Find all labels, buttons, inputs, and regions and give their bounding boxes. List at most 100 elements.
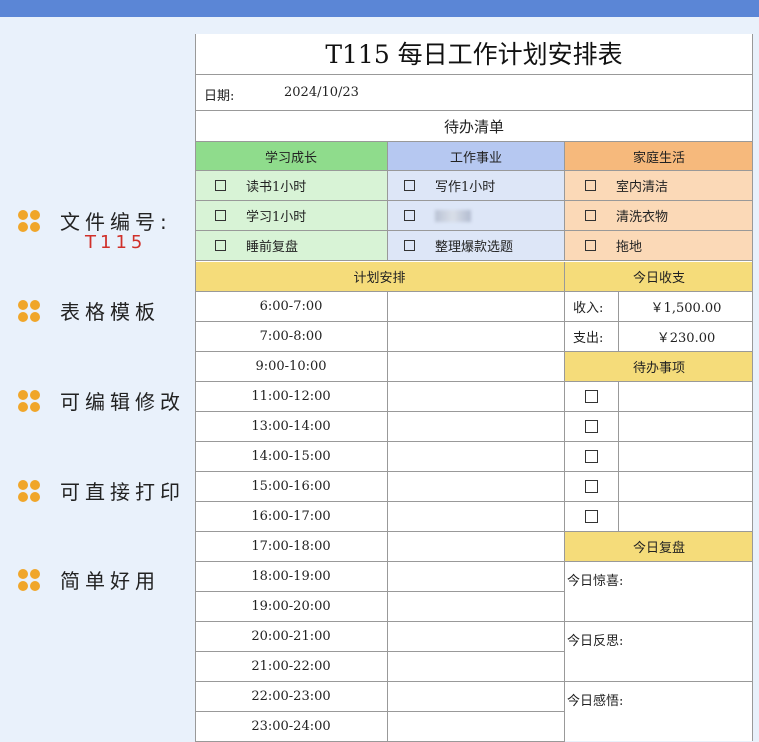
todo-item-row — [565, 502, 753, 532]
todo-item-text-cell[interactable] — [619, 442, 753, 471]
plan-finance-header-row: 计划安排 今日收支 — [195, 262, 753, 292]
checkbox[interactable] — [404, 180, 415, 191]
todo-item-label: 写作1小时 — [435, 180, 496, 195]
todo-item: 拖地 — [565, 231, 753, 260]
blurred-todo-label — [435, 209, 471, 222]
checkbox[interactable] — [404, 210, 415, 221]
clover-bullet-icon — [18, 299, 40, 322]
todo-item-text-cell[interactable] — [619, 472, 753, 501]
checkbox[interactable] — [215, 240, 226, 251]
feature-label: 简单好用 — [60, 569, 160, 593]
time-slot-label: 14:00-15:00 — [195, 442, 388, 471]
checkbox[interactable] — [585, 450, 598, 463]
todo-item-text-cell[interactable] — [619, 502, 753, 531]
review-insight-label: 今日感悟: — [567, 694, 624, 709]
time-slot-plan-cell[interactable] — [388, 442, 565, 471]
checkbox[interactable] — [585, 390, 598, 403]
review-reflection-cell[interactable]: 今日反思: — [565, 622, 753, 681]
todo-row: 学习1小时 清洗衣物 — [195, 201, 753, 231]
date-label: 日期: — [204, 89, 235, 104]
time-slot-plan-cell[interactable] — [388, 382, 565, 411]
time-slot-plan-cell[interactable] — [388, 502, 565, 531]
todo-item: 写作1小时 — [388, 171, 565, 200]
time-slot-row: 23:00-24:00 — [195, 712, 565, 742]
time-slot-plan-cell[interactable] — [388, 472, 565, 501]
checkbox[interactable] — [404, 240, 415, 251]
time-slot-plan-cell[interactable] — [388, 322, 565, 351]
checkbox[interactable] — [585, 480, 598, 493]
time-slot-row: 22:00-23:00 — [195, 682, 565, 712]
time-slot-plan-cell[interactable] — [388, 562, 565, 591]
todo-item: 睡前复盘 — [195, 231, 388, 260]
review-surprise-label: 今日惊喜: — [567, 574, 624, 589]
checkbox[interactable] — [215, 180, 226, 191]
feature-file-number: 文件编号: — [18, 206, 172, 235]
todo-item-label: 拖地 — [616, 240, 643, 255]
time-slot-plan-cell[interactable] — [388, 622, 565, 651]
time-slot-row: 7:00-8:00 — [195, 322, 565, 352]
time-slot-row: 20:00-21:00 — [195, 622, 565, 652]
time-slot-row: 13:00-14:00 — [195, 412, 565, 442]
feature-label: 表格模板 — [60, 300, 160, 324]
income-value[interactable]: ￥1,500.00 — [619, 292, 753, 321]
todo-section-title: 待办清单 — [443, 117, 504, 136]
time-slot-label: 20:00-21:00 — [195, 622, 388, 651]
sheet-title: T115 每日工作计划安排表 — [195, 34, 753, 75]
todo-item-row — [565, 382, 753, 412]
expense-value[interactable]: ￥230.00 — [619, 322, 753, 351]
review-surprise-cell[interactable]: 今日惊喜: — [565, 562, 753, 621]
time-slot-plan-cell[interactable] — [388, 652, 565, 681]
checkbox[interactable] — [585, 240, 596, 251]
category-header-study: 学习成长 — [195, 142, 388, 170]
review-insight-cell[interactable]: 今日感悟: — [565, 682, 753, 741]
time-slot-plan-cell[interactable] — [388, 352, 565, 381]
todo-item-label: 清洗衣物 — [616, 210, 669, 225]
todo-item-label: 读书1小时 — [246, 180, 307, 195]
todo-item: 学习1小时 — [195, 201, 388, 230]
category-header-work: 工作事业 — [388, 142, 565, 170]
todo-checkbox-cell — [565, 412, 619, 441]
date-row: 日期: 2024/10/23 — [195, 75, 753, 111]
todo-item-text-cell[interactable] — [619, 412, 753, 441]
income-row: 收入: ￥1,500.00 — [565, 292, 753, 322]
time-slot-row: 15:00-16:00 — [195, 472, 565, 502]
time-slot-row: 6:00-7:00 — [195, 292, 565, 322]
time-slot-label: 22:00-23:00 — [195, 682, 388, 711]
todo-items-header-row: 待办事项 — [565, 352, 753, 382]
checkbox[interactable] — [585, 180, 596, 191]
income-label: 收入: — [565, 292, 619, 321]
time-slot-plan-cell[interactable] — [388, 532, 565, 561]
checkbox[interactable] — [585, 210, 596, 221]
feature-template: 表格模板 — [18, 296, 160, 325]
checkbox[interactable] — [585, 510, 598, 523]
checkbox[interactable] — [215, 210, 226, 221]
finance-title: 今日收支 — [565, 262, 753, 291]
time-slot-plan-cell[interactable] — [388, 412, 565, 441]
todo-checkbox-cell — [565, 472, 619, 501]
time-slot-plan-cell[interactable] — [388, 592, 565, 621]
time-slot-plan-cell[interactable] — [388, 292, 565, 321]
category-header-row: 学习成长 工作事业 家庭生活 — [195, 142, 753, 171]
review-reflection-label: 今日反思: — [567, 634, 624, 649]
plan-title: 计划安排 — [195, 262, 565, 291]
todo-section-header: 待办清单 — [195, 111, 753, 142]
todo-item-label: 室内清洁 — [616, 180, 669, 195]
time-slot-label: 23:00-24:00 — [195, 712, 388, 741]
review-reflection-block: 今日反思: — [565, 622, 753, 682]
review-insight-block: 今日感悟: — [565, 682, 753, 741]
time-slot-plan-cell[interactable] — [388, 682, 565, 711]
checkbox[interactable] — [585, 420, 598, 433]
todo-item-row — [565, 412, 753, 442]
date-value[interactable]: 2024/10/23 — [284, 85, 359, 100]
todo-row: 睡前复盘 整理爆款选题 拖地 — [195, 231, 753, 261]
todo-item — [388, 201, 565, 230]
todo-row: 读书1小时 写作1小时 室内清洁 — [195, 171, 753, 201]
todo-item: 室内清洁 — [565, 171, 753, 200]
time-slot-plan-cell[interactable] — [388, 712, 565, 741]
time-slot-row: 11:00-12:00 — [195, 382, 565, 412]
time-slot-row: 21:00-22:00 — [195, 652, 565, 682]
clover-bullet-icon — [18, 568, 40, 591]
time-slot-label: 15:00-16:00 — [195, 472, 388, 501]
todo-checkbox-cell — [565, 502, 619, 531]
todo-item-text-cell[interactable] — [619, 382, 753, 411]
